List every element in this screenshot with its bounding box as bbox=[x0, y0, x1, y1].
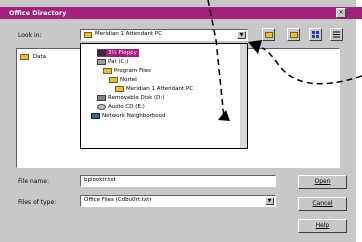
annotation-arrowhead-2 bbox=[248, 40, 262, 54]
annotation-arrow-line-1 bbox=[207, 0, 225, 119]
annotation-arrows bbox=[207, 0, 362, 121]
annotation-arrow-line-2 bbox=[261, 47, 362, 85]
